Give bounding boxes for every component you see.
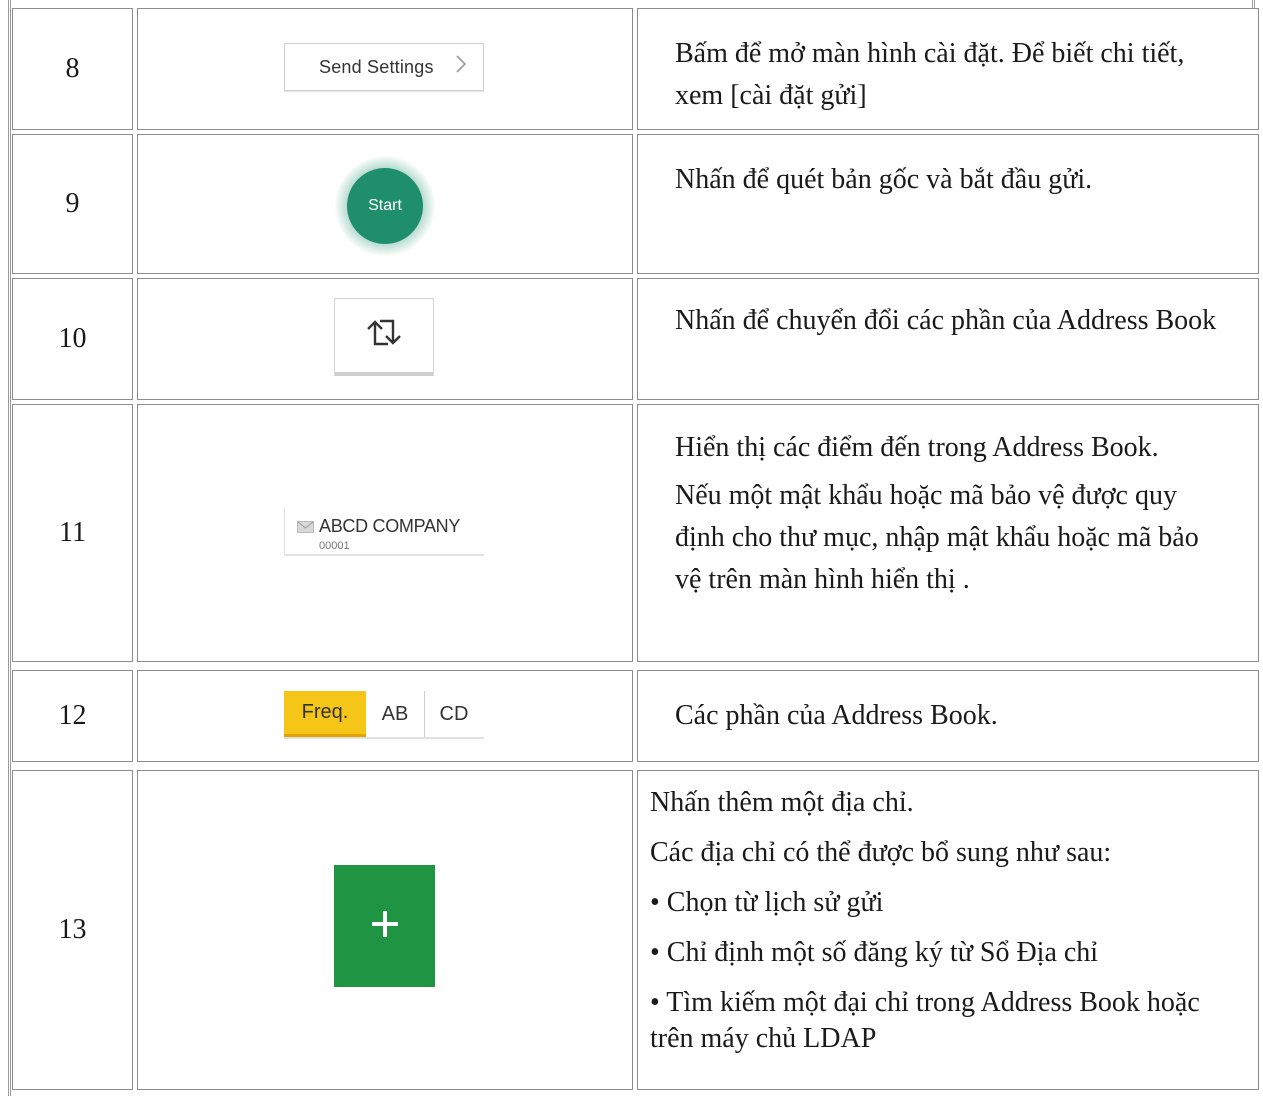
switch-sections-button[interactable] bbox=[334, 298, 434, 376]
chevron-right-icon bbox=[455, 53, 467, 82]
address-book-entry[interactable]: ABCD COMPANY 00001 bbox=[284, 508, 484, 556]
envelope-icon bbox=[297, 520, 314, 538]
description-cell-11: Hiển thị các điểm đến trong Address Book… bbox=[637, 404, 1259, 662]
row-number-11: 11 bbox=[12, 404, 133, 662]
description-text: Hiển thị các điểm đến trong Address Book… bbox=[675, 432, 1159, 463]
description-text: Nhấn để quét bản gốc và bắt đầu gửi. bbox=[675, 164, 1093, 195]
description-text: Các địa chỉ có thể được bổ sung như sau: bbox=[650, 837, 1112, 868]
send-settings-label: Send Settings bbox=[319, 56, 434, 77]
row-number-13: 13 bbox=[12, 770, 133, 1090]
tab-freq[interactable]: Freq. bbox=[284, 691, 366, 737]
send-settings-button[interactable]: Send Settings bbox=[284, 43, 484, 91]
start-button[interactable]: Start bbox=[347, 168, 423, 244]
description-text: • Tìm kiếm một đại chỉ trong Address Boo… bbox=[650, 987, 1200, 1054]
address-book-tabs: Freq. AB CD bbox=[284, 691, 484, 739]
description-cell-9: Nhấn để quét bản gốc và bắt đầu gửi. bbox=[637, 134, 1259, 274]
description-cell-8: Bấm để mở màn hình cài đặt. Để biết chi … bbox=[637, 8, 1259, 130]
description-text: Nhấn để chuyển đổi các phần của Address … bbox=[675, 305, 1217, 336]
row-number-10: 10 bbox=[12, 278, 133, 400]
description-cell-10: Nhấn để chuyển đổi các phần của Address … bbox=[637, 278, 1259, 400]
description-table: 8 Bấm để mở màn hình cài đặt. Để biết ch… bbox=[0, 0, 1263, 1096]
left-edge-line bbox=[8, 0, 11, 1096]
plus-icon bbox=[370, 909, 400, 944]
tab-cd[interactable]: CD bbox=[425, 691, 483, 737]
description-text: Nếu một mật khẩu hoặc mã bảo vệ được quy… bbox=[675, 480, 1199, 595]
add-destination-button[interactable] bbox=[334, 865, 435, 987]
row-number-12: 12 bbox=[12, 670, 133, 762]
description-cell-13: Nhấn thêm một địa chỉ. Các địa chỉ có th… bbox=[637, 770, 1259, 1090]
description-text: Các phần của Address Book. bbox=[675, 700, 998, 731]
description-text: Nhấn thêm một địa chỉ. bbox=[650, 787, 914, 818]
description-text: • Chọn từ lịch sử gửi bbox=[650, 887, 884, 918]
description-text: • Chỉ định một số đăng ký từ Sổ Địa chỉ bbox=[650, 937, 1099, 968]
tab-ab[interactable]: AB bbox=[366, 691, 425, 737]
description-cell-12: Các phần của Address Book. bbox=[637, 670, 1259, 762]
row-number-9: 9 bbox=[12, 134, 133, 274]
entry-code: 00001 bbox=[319, 540, 350, 552]
description-text: Bấm để mở màn hình cài đặt. Để biết chi … bbox=[675, 38, 1185, 111]
row-number-8: 8 bbox=[12, 8, 133, 130]
switch-arrows-icon bbox=[364, 315, 404, 356]
entry-name: ABCD COMPANY bbox=[319, 516, 461, 536]
